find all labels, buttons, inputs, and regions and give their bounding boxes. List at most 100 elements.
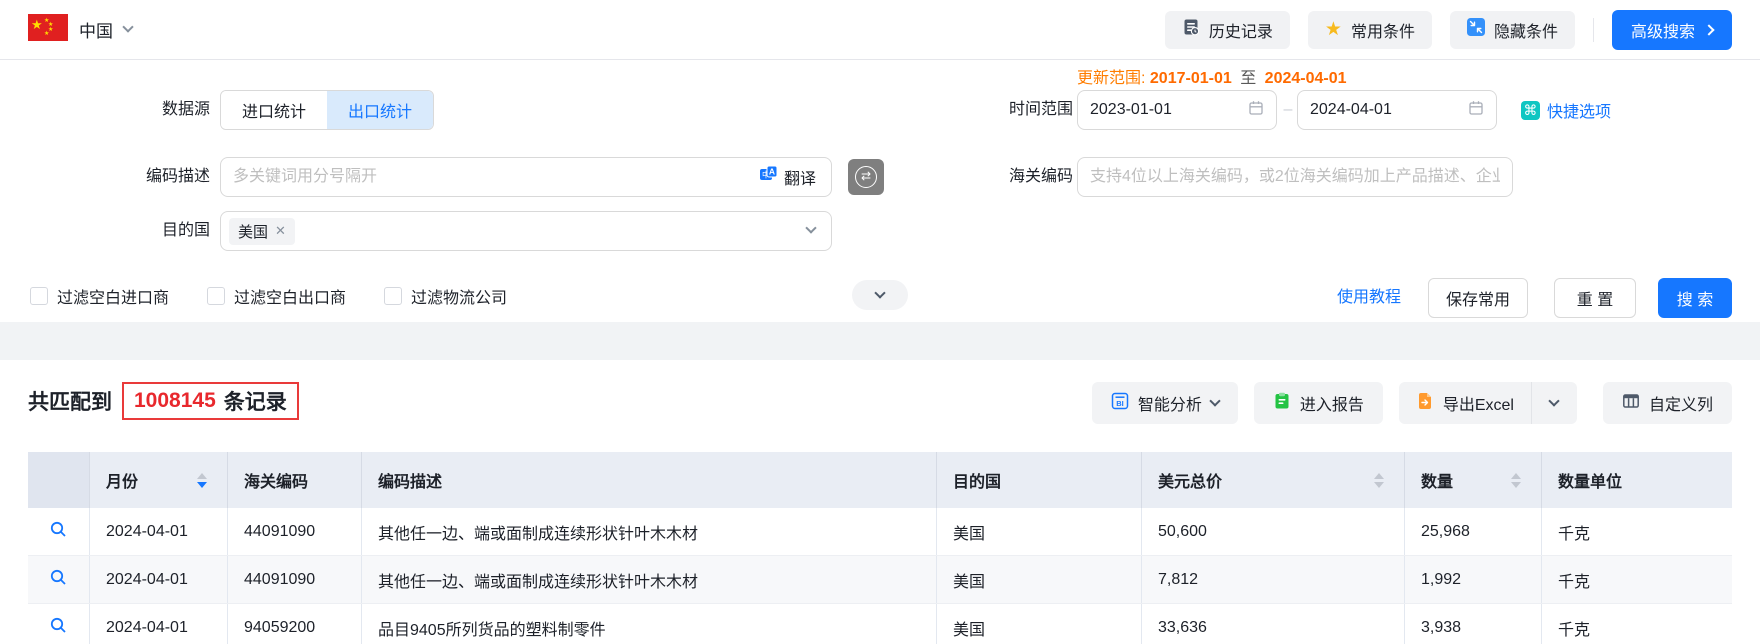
tutorial-link[interactable]: 使用教程 (1337, 278, 1401, 318)
chevron-down-icon (1548, 394, 1561, 407)
header-hs-code-label: 海关编码 (244, 474, 309, 491)
destination-select[interactable]: 美国 ✕ (220, 211, 832, 251)
tag-close-icon[interactable]: ✕ (275, 223, 286, 239)
cell-quantity-unit: 千克 (1558, 525, 1591, 543)
export-excel-button[interactable]: 导出Excel (1399, 382, 1531, 424)
date-range-dash: – (1283, 101, 1293, 118)
code-description-input[interactable] (220, 157, 832, 197)
trade-data-search-page: ★ ★ ★ ★ ★ 中国 历史记录 ★ 常用条件 隐藏条件 高级搜索 更新范围:… (0, 0, 1760, 644)
translate-icon: 中A (759, 165, 778, 189)
filter-logistics-company[interactable]: 过滤物流公司 (384, 284, 507, 308)
save-conditions-button[interactable]: 保存常用 (1428, 278, 1528, 318)
hide-conditions-button[interactable]: 隐藏条件 (1449, 10, 1575, 49)
magnifier-icon[interactable] (49, 520, 68, 544)
header-destination: 目的国 (937, 452, 1142, 508)
table-row: 2024-04-01 44091090 其他任一边、端或面制成连续形状针叶木木材… (28, 556, 1732, 604)
swap-convert-button[interactable]: ⇄ (848, 159, 884, 195)
header-quantity-label: 数量 (1421, 474, 1454, 491)
magnifier-icon[interactable] (49, 616, 68, 640)
cell-month: 2024-04-01 (90, 604, 228, 644)
header-quantity[interactable]: 数量 (1405, 452, 1542, 508)
export-split-button: 导出Excel (1398, 382, 1577, 424)
data-source-label: 数据源 (161, 101, 210, 118)
checkbox-icon[interactable] (207, 287, 226, 305)
header-month-label: 月份 (106, 474, 139, 491)
hs-code-field (1077, 157, 1513, 197)
search-button[interactable]: 搜 索 (1658, 278, 1732, 318)
section-divider-band (0, 322, 1760, 360)
search-form: 更新范围: 2017-01-01 至 2024-04-01 数据源 进口统计 出… (0, 60, 1760, 322)
advanced-search-label: 高级搜索 (1630, 23, 1695, 41)
chevron-down-icon (874, 286, 886, 299)
tab-import-stats[interactable]: 进口统计 (221, 91, 328, 129)
update-range-from: 2017-01-01 (1149, 70, 1232, 87)
checkbox-icon[interactable] (30, 287, 48, 305)
caret-down-icon (197, 481, 207, 488)
table-row: 2024-04-01 44091090 其他任一边、端或面制成连续形状针叶木木材… (28, 508, 1732, 556)
cell-usd-total: 50,600 (1142, 508, 1405, 555)
favorites-button[interactable]: ★ 常用条件 (1307, 10, 1432, 49)
header-usd-total[interactable]: 美元总价 (1142, 452, 1405, 508)
favorites-label: 常用条件 (1350, 23, 1415, 41)
hs-code-input[interactable] (1077, 157, 1513, 197)
sort-control-usd[interactable] (1374, 472, 1384, 488)
chevron-down-icon (122, 21, 134, 33)
cell-destination: 美国 (937, 508, 1142, 555)
advanced-search-button[interactable]: 高级搜索 (1611, 9, 1732, 50)
update-range-to: 2024-04-01 (1264, 70, 1347, 87)
date-to-input[interactable]: 2024-04-01 (1297, 90, 1497, 130)
table-columns-icon (1622, 392, 1640, 415)
header-month[interactable]: 月份 (90, 452, 228, 508)
svg-text:★: ★ (31, 17, 43, 32)
caret-down-icon (1374, 481, 1384, 488)
caret-up-icon (197, 472, 207, 479)
filter-blank-exporter[interactable]: 过滤空白出口商 (207, 284, 346, 308)
tab-export-stats[interactable]: 出口统计 (327, 91, 434, 129)
custom-columns-button[interactable]: 自定义列 (1602, 382, 1732, 424)
cell-hs-code: 44091090 (228, 508, 362, 555)
header-description: 编码描述 (362, 452, 937, 508)
cell-hs-code: 44091090 (228, 556, 362, 603)
country-selector[interactable]: ★ ★ ★ ★ ★ 中国 (28, 13, 134, 46)
time-range-label: 时间范围 (1008, 101, 1073, 118)
date-from-value: 2023-01-01 (1090, 101, 1172, 118)
magnifier-icon[interactable] (49, 568, 68, 592)
date-from-input[interactable]: 2023-01-01 (1077, 90, 1277, 130)
form-row-destination: 目的国 美国 ✕ (0, 211, 1760, 251)
history-label: 历史记录 (1208, 23, 1273, 41)
sort-control-month[interactable] (197, 472, 207, 488)
history-button[interactable]: 历史记录 (1164, 10, 1290, 49)
quick-options-label: 快捷选项 (1547, 104, 1612, 121)
collapse-form-button[interactable] (852, 280, 908, 310)
svg-text:BI: BI (1116, 399, 1124, 408)
match-count-prefix: 共匹配到 (28, 391, 112, 414)
filter-label: 过滤物流公司 (411, 290, 508, 307)
cell-description: 品目9405所列货品的塑料制零件 (362, 604, 937, 644)
quick-options-button[interactable]: ⌘ 快捷选项 (1521, 90, 1611, 130)
command-icon: ⌘ (1521, 100, 1540, 120)
row-detail-cell (28, 508, 90, 555)
checkbox-icon[interactable] (384, 287, 403, 305)
chevron-right-icon (1703, 23, 1715, 36)
translate-button[interactable]: 中A 翻译 (753, 157, 822, 197)
chevron-down-icon (805, 222, 817, 234)
country-name: 中国 (79, 22, 113, 41)
smart-analysis-button[interactable]: BI 智能分析 (1091, 382, 1238, 424)
table-header-row: 月份 海关编码 编码描述 目的国 美元总价 数量 数量单位 (28, 452, 1732, 508)
cell-quantity-unit: 千克 (1558, 573, 1591, 591)
hs-code-label: 海关编码 (1008, 168, 1073, 185)
reset-button[interactable]: 重 置 (1554, 278, 1636, 318)
code-description-label: 编码描述 (145, 168, 210, 185)
china-flag-icon: ★ ★ ★ ★ ★ (28, 13, 68, 46)
match-count-number: 1008145 (134, 389, 216, 412)
enter-report-button[interactable]: 进入报告 (1253, 382, 1383, 424)
header-destination-label: 目的国 (953, 474, 1002, 491)
export-options-caret[interactable] (1530, 382, 1577, 424)
match-count-box: 1008145 条记录 (122, 382, 299, 420)
export-file-icon (1416, 392, 1434, 415)
sort-control-quantity[interactable] (1511, 472, 1521, 488)
svg-text:A: A (769, 167, 775, 177)
filter-blank-importer[interactable]: 过滤空白进口商 (30, 284, 169, 308)
header-quantity-unit: 数量单位 (1542, 452, 1732, 508)
update-range-note: 更新范围: 2017-01-01 至 2024-04-01 (1077, 64, 1347, 88)
